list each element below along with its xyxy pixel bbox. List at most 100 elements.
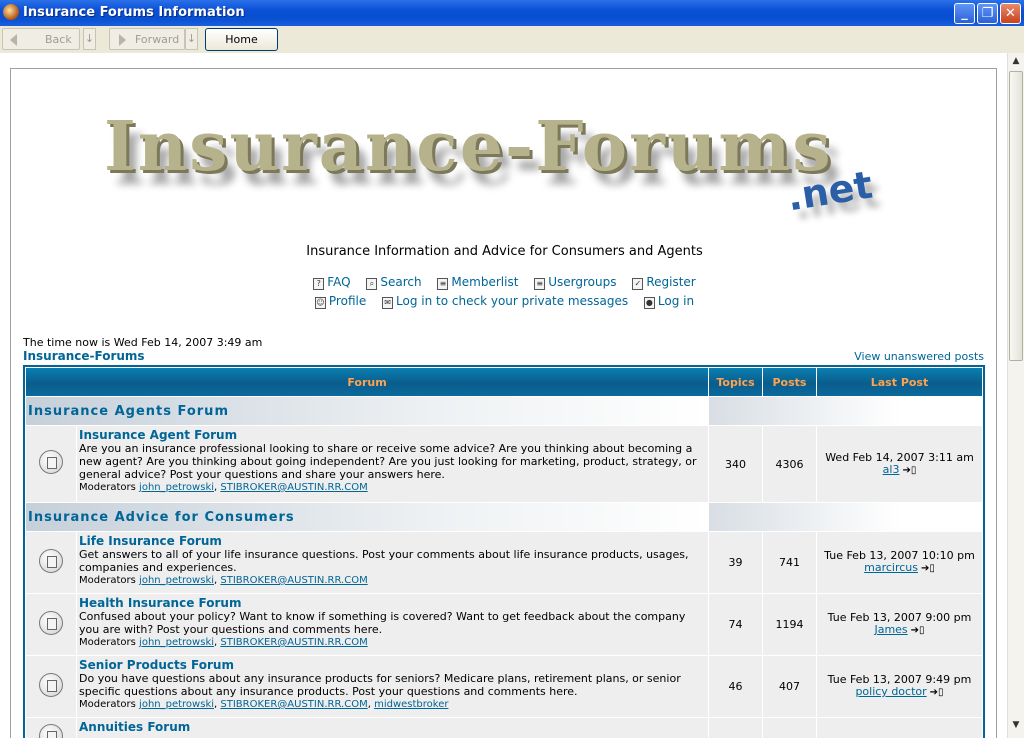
minimize-button[interactable]: _ <box>954 3 975 24</box>
site-logo[interactable]: Insurance-Forums <box>104 107 833 187</box>
nav-login[interactable]: ● Log in <box>643 294 695 309</box>
scroll-down-icon[interactable]: ▼ <box>1008 717 1024 734</box>
window-title: Insurance Forums Information <box>23 5 245 20</box>
nav-messages-label: Log in to check your private messages <box>396 294 629 308</box>
goto-post-icon[interactable]: ➔▯ <box>902 465 916 477</box>
moderator-link[interactable]: STIBROKER@AUSTIN.RR.COM <box>220 482 367 493</box>
forum-title[interactable]: Insurance Agent Forum <box>79 428 706 442</box>
page-frame: Insurance-Forums .net Insurance Informat… <box>10 68 997 738</box>
nav-register-label: Register <box>646 275 696 289</box>
forum-row: Life Insurance Forum Get answers to all … <box>26 532 982 593</box>
faq-icon: ? <box>313 278 325 290</box>
moderator-link[interactable]: midwestbroker <box>374 699 448 710</box>
toolbar: Back ↓ Forward ↓ Home <box>0 26 1024 53</box>
vertical-scrollbar[interactable]: ▲ ▼ <box>1007 53 1024 738</box>
nav-profile-label: Profile <box>328 294 367 308</box>
nav-faq-label: FAQ <box>327 275 351 289</box>
goto-post-icon[interactable]: ➔▯ <box>930 687 944 699</box>
moderator-link[interactable]: STIBROKER@AUSTIN.RR.COM <box>220 575 367 586</box>
nav-usergroups-label: Usergroups <box>548 275 617 289</box>
forum-row: Senior Products Forum Do you have questi… <box>26 656 982 717</box>
header-last-post: Last Post <box>817 368 982 396</box>
moderator-link[interactable]: john_petrowski <box>139 699 214 710</box>
register-icon: ✓ <box>632 278 644 290</box>
category-row: Insurance Advice for Consumers <box>26 503 982 531</box>
forum-table: Forum Topics Posts Last Post Insurance A… <box>23 365 985 738</box>
moderator-link[interactable]: john_petrowski <box>139 482 214 493</box>
last-post-user[interactable]: policy doctor <box>855 685 926 698</box>
forward-arrow-icon <box>119 34 126 46</box>
current-time: The time now is Wed Feb 14, 2007 3:49 am <box>23 336 263 349</box>
forum-title[interactable]: Annuities Forum <box>79 720 706 734</box>
site-tagline: Insurance Information and Advice for Con… <box>306 244 703 259</box>
scroll-up-icon[interactable]: ▲ <box>1008 53 1024 70</box>
nav-row-2: ☺ Profile ✉ Log in to check your private m… <box>11 294 998 309</box>
forum-row: Health Insurance Forum Confused about yo… <box>26 594 982 655</box>
home-button[interactable]: Home <box>205 28 278 51</box>
table-header-row: Forum Topics Posts Last Post <box>26 368 982 396</box>
category-title[interactable]: Insurance Advice for Consumers <box>26 503 708 531</box>
header-topics: Topics <box>709 368 762 396</box>
header-forum: Forum <box>26 368 708 396</box>
forum-folder-icon <box>39 548 63 573</box>
last-post: Wed Feb 14, 2007 3:11 am al3 ➔▯ <box>817 426 982 502</box>
moderators: Moderators john_petrowski, STIBROKER@AUS… <box>79 637 368 648</box>
last-post: Tue Feb 13, 2007 9:00 pm James ➔▯ <box>817 594 982 655</box>
forum-row: Annuities Forum <box>26 718 982 738</box>
forum-title[interactable]: Senior Products Forum <box>79 658 706 672</box>
last-post-user[interactable]: al3 <box>883 463 900 476</box>
back-dropdown-icon[interactable]: ↓ <box>83 28 96 50</box>
forum-folder-icon <box>39 450 63 474</box>
back-button[interactable]: Back <box>2 28 80 50</box>
nav-search[interactable]: ⌕ Search <box>366 275 422 290</box>
forum-description: Confused about your policy? Want to know… <box>79 610 686 636</box>
posts-count: 407 <box>763 656 816 717</box>
nav-messages[interactable]: ✉ Log in to check your private messages <box>382 294 628 309</box>
scrollbar-thumb[interactable] <box>1009 71 1023 361</box>
posts-count: 4306 <box>763 426 816 502</box>
view-unanswered-link[interactable]: View unanswered posts <box>854 350 984 363</box>
last-post: Tue Feb 13, 2007 9:49 pm policy doctor ➔▯ <box>817 656 982 717</box>
last-post: Tue Feb 13, 2007 10:10 pm marcircus ➔▯ <box>817 532 982 593</box>
forward-label: Forward <box>135 33 180 46</box>
last-post-user[interactable]: James <box>874 623 907 636</box>
search-icon: ⌕ <box>366 278 378 290</box>
moderators: Moderators john_petrowski, STIBROKER@AUS… <box>79 575 368 586</box>
title-bar: Insurance Forums Information _ ❐ ✕ <box>0 0 1024 26</box>
memberlist-icon: ≡ <box>437 278 449 290</box>
back-label: Back <box>45 33 72 46</box>
goto-post-icon[interactable]: ➔▯ <box>921 563 935 575</box>
nav-login-label: Log in <box>657 294 695 308</box>
moderator-link[interactable]: STIBROKER@AUSTIN.RR.COM <box>220 699 367 710</box>
category-title[interactable]: Insurance Agents Forum <box>26 397 708 425</box>
forum-folder-icon <box>39 610 63 635</box>
nav-memberlist-label: Memberlist <box>451 275 519 289</box>
nav-register[interactable]: ✓ Register <box>632 275 696 290</box>
maximize-button[interactable]: ❐ <box>977 3 998 24</box>
nav-row-1: ? FAQ ⌕ Search ≡ Memberlist ≡ Usergroups ✓ Re… <box>11 275 998 290</box>
forward-button[interactable]: Forward <box>109 28 185 50</box>
forum-folder-icon <box>39 724 63 738</box>
goto-post-icon[interactable]: ➔▯ <box>911 625 925 637</box>
forum-description: Are you an insurance professional lookin… <box>79 442 697 481</box>
topics-count: 46 <box>709 656 762 717</box>
moderator-link[interactable]: STIBROKER@AUSTIN.RR.COM <box>220 637 367 648</box>
posts-count: 1194 <box>763 594 816 655</box>
back-arrow-icon <box>10 34 17 46</box>
nav-profile[interactable]: ☺ Profile <box>314 294 367 309</box>
nav-memberlist[interactable]: ≡ Memberlist <box>437 275 518 290</box>
moderator-link[interactable]: john_petrowski <box>139 575 214 586</box>
close-button[interactable]: ✕ <box>1000 3 1021 24</box>
nav-search-label: Search <box>380 275 422 289</box>
moderator-link[interactable]: john_petrowski <box>139 637 214 648</box>
messages-icon: ✉ <box>382 297 394 309</box>
forum-title[interactable]: Life Insurance Forum <box>79 534 706 548</box>
nav-faq[interactable]: ? FAQ <box>313 275 351 290</box>
last-post-user[interactable]: marcircus <box>864 561 918 574</box>
forum-title[interactable]: Health Insurance Forum <box>79 596 706 610</box>
app-icon <box>3 4 19 20</box>
moderators: Moderators john_petrowski, STIBROKER@AUS… <box>79 699 449 710</box>
nav-usergroups[interactable]: ≡ Usergroups <box>534 275 616 290</box>
breadcrumb[interactable]: Insurance-Forums <box>23 349 145 363</box>
forward-dropdown-icon[interactable]: ↓ <box>185 28 198 50</box>
